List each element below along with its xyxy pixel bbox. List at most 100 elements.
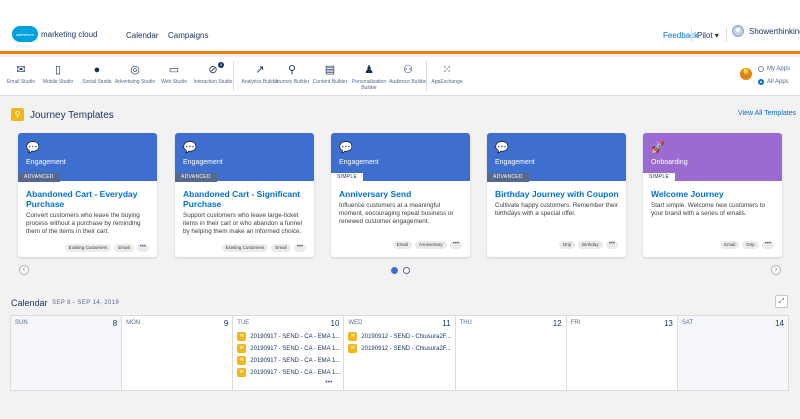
carousel-dot-active[interactable] [391,267,398,274]
event-title: 20190917 - SEND - CA - EMA 1... [250,333,341,340]
more-tags-button[interactable]: ••• [136,244,149,252]
pilot-dropdown[interactable]: Pilot ▾ [697,31,719,40]
card-title[interactable]: Welcome Journey [651,189,777,199]
tag: Email [271,244,291,252]
avatar [732,25,744,37]
calendar-day[interactable]: SAT 14 [677,316,788,390]
expand-button[interactable]: ⤢ [775,295,788,308]
tag: Existing Customers [64,244,112,252]
user-name: Showerthinking [749,26,800,36]
chat-bubbles-icon: 💬 [183,142,197,154]
card-description: Cultivate happy customers. Remember thei… [495,202,618,217]
carousel-prev-button[interactable]: ‹ [19,265,29,275]
event-title: 20190917 - SEND - CA - EMA 1... [250,345,341,352]
tag: Email [720,241,740,249]
feedback-link[interactable]: Feedback [663,31,698,40]
card-category: Onboarding [651,159,688,166]
calendar-event[interactable]: ✉ 20190912 - SEND - Chiusura2F... [348,343,451,354]
chevron-down-icon: ▾ [714,31,719,40]
calendar-day[interactable]: SUN 8 [11,316,122,390]
email-send-icon: ✉ [237,344,247,353]
person-gear-icon: ♟ [364,64,374,76]
app-audience-builder[interactable]: ⚇ Audience Builder [387,63,429,85]
day-name: SAT [681,320,694,326]
app-mobile-studio[interactable]: ▯ Mobile Studio [37,63,79,85]
card-category: Engagement [26,159,66,166]
calendar-day[interactable]: THU 12 [455,316,566,390]
lightbulb-icon[interactable]: 💡 [740,68,752,80]
day-number: 9 [223,319,229,328]
template-card[interactable]: 💬 Engagement ADVANCED Abandoned Cart - E… [18,133,157,257]
card-title[interactable]: Anniversary Send [339,189,465,199]
calendar-day[interactable]: FRI 13 [566,316,677,390]
card-category: Engagement [183,159,223,166]
app-label: Content Builder [312,79,348,85]
app-advertising-studio[interactable]: ◎ Advertising Studio [114,63,156,85]
more-tags-button[interactable]: ••• [761,241,774,249]
view-all-templates-link[interactable]: View All Templates [738,110,796,117]
app-appexchange[interactable]: ⁙ AppExchange [426,63,468,85]
tag: Birthday [578,241,603,249]
calendar-event[interactable]: ✉ 20190912 - SEND - Chiusura2F... [348,331,451,342]
tag: Existing Customers [221,244,269,252]
expand-icon: ⤢ [778,298,785,305]
card-title[interactable]: Abandoned Cart - Significant Purchase [183,189,309,209]
template-card[interactable]: 🚀 Onboarding SIMPLE Welcome Journey Star… [643,133,782,257]
salesforce-cloud-icon: salesforce [12,26,38,42]
radio-all-apps[interactable]: All Apps [758,79,789,85]
calendar-day[interactable]: WED 11 ✉ 20190912 - SEND - Chiusura2F... … [344,316,455,390]
app-content-builder[interactable]: ▤ Content Builder [309,63,351,85]
day-name: TUE [237,320,250,326]
marketing-cloud-logo[interactable]: salesforce marketing cloud [12,26,97,42]
global-header: salesforce marketing cloud Calendar Camp… [0,0,800,54]
tag: Email [392,241,412,249]
more-events-button[interactable]: ••• [325,379,332,386]
calendar-event[interactable]: ✉ 20190917 - SEND - CA - EMA 1... [237,331,340,342]
nav-calendar[interactable]: Calendar [126,31,158,40]
app-label: Email Studio [6,79,36,85]
more-tags-button[interactable]: ••• [449,241,462,249]
app-switcher-bar: ✉ Email Studio ▯ Mobile Studio ● Social Stu… [0,57,800,96]
level-badge: SIMPLE [643,173,676,182]
app-interaction-studio[interactable]: ⊘ 4 Interaction Studio [192,62,234,85]
divider [233,61,234,91]
template-card[interactable]: 💬 Engagement SIMPLE Anniversary Send Inf… [331,133,470,257]
more-tags-button[interactable]: ••• [605,241,618,249]
template-card[interactable]: 💬 Engagement ADVANCED Abandoned Cart - S… [175,133,314,257]
day-number: 14 [775,319,784,328]
radio-my-apps[interactable]: My Apps [758,66,790,72]
app-label: Web Studio [161,79,187,85]
calendar-day[interactable]: TUE 10 ✉ 20190917 - SEND - CA - EMA 1... … [233,316,344,390]
app-journey-builder[interactable]: ⚲ Journey Builder [271,63,313,85]
app-web-studio[interactable]: ▭ Web Studio [153,63,195,85]
pilot-label: Pilot [697,31,713,40]
compass-icon: ⊘ [208,64,218,76]
app-label: Advertising Studio [114,79,156,85]
email-send-icon: ✉ [237,332,247,341]
calendar-event[interactable]: ✉ 20190917 - SEND - CA - EMA 1... [237,355,340,366]
card-title[interactable]: Birthday Journey with Coupon [495,189,621,199]
radio-button [758,66,764,72]
day-number: 10 [330,319,340,328]
calendar-event[interactable]: ✉ 20190917 - SEND - CA - EMA 1... [237,367,340,378]
calendar-week-grid: SUN 8 MON 9 TUE 10 ✉ 20190917 - SEND - CA… [10,315,789,391]
app-label: Social Studio [82,79,112,85]
app-email-studio[interactable]: ✉ Email Studio [0,63,42,85]
template-card[interactable]: 💬 Engagement ADVANCED Birthday Journey w… [487,133,626,257]
email-send-icon: ✉ [237,356,247,365]
notification-badge: 4 [218,62,224,68]
calendar-event[interactable]: ✉ 20190917 - SEND - CA - EMA 1... [237,343,340,354]
radio-label: All Apps [767,79,789,85]
calendar-title: Calendar [11,298,48,308]
nav-campaigns[interactable]: Campaigns [168,31,208,40]
calendar-day[interactable]: MON 9 [122,316,233,390]
app-social-studio[interactable]: ● Social Studio [76,63,118,85]
event-title: 20190917 - SEND - CA - EMA 1... [250,369,341,376]
carousel-dot[interactable] [403,267,410,274]
card-title[interactable]: Abandoned Cart - Everyday Purchase [26,189,152,209]
more-tags-button[interactable]: ••• [293,244,306,252]
carousel-next-button[interactable]: › [771,265,781,275]
user-menu[interactable]: Showerthinking ▾ [732,25,800,37]
level-badge: ADVANCED [487,173,529,182]
app-personalization-builder[interactable]: ♟ Personalization Builder [348,63,390,91]
